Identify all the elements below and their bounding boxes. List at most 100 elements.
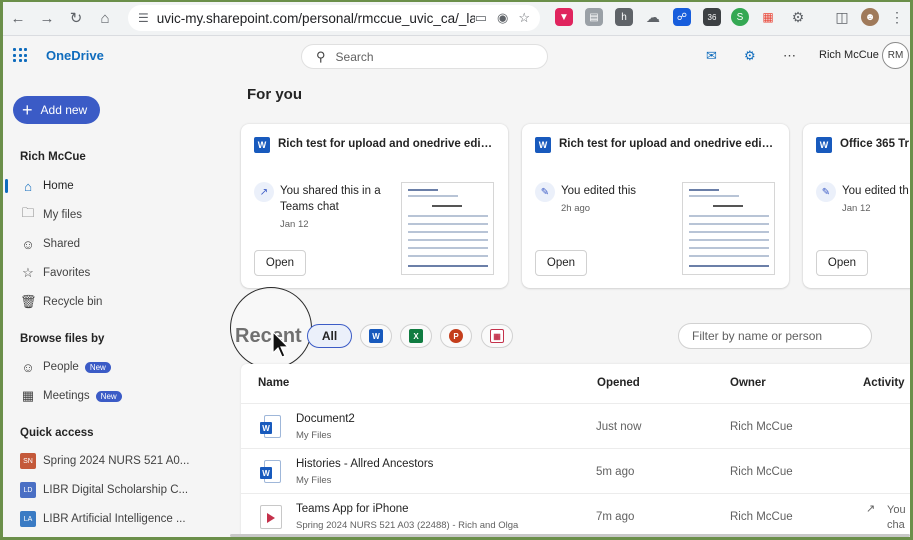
filter-all-button[interactable]: All: [307, 324, 352, 348]
filter-input[interactable]: Filter by name or person: [678, 323, 872, 349]
nav-item-people[interactable]: ☺ People New: [20, 356, 111, 378]
calendar-extension-icon[interactable]: 36: [703, 8, 721, 26]
search-box[interactable]: ⚲ Search: [301, 44, 548, 69]
column-header-opened[interactable]: Opened: [597, 377, 640, 389]
forward-icon[interactable]: →: [33, 4, 61, 32]
app-name[interactable]: OneDrive: [46, 48, 104, 63]
filter-powerpoint-button[interactable]: P: [440, 324, 472, 348]
site-info-icon[interactable]: ☰: [138, 11, 149, 25]
word-document-icon: W: [260, 460, 282, 484]
reader-extension-icon[interactable]: ▤: [585, 8, 603, 26]
column-header-owner[interactable]: Owner: [730, 377, 766, 389]
table-row[interactable]: W Histories - Allred Ancestors My Files …: [241, 448, 910, 493]
search-icon: ⚲: [316, 48, 326, 64]
quick-access-item[interactable]: SN Spring 2024 NURS 521 A0...: [20, 450, 189, 472]
quick-access-heading: Quick access: [20, 427, 94, 439]
suggested-file-card[interactable]: W Office 365 Tr ✎ You edited th Jan 12 O…: [803, 124, 913, 288]
app-launcher-icon[interactable]: [13, 48, 27, 62]
nav-item-my-files[interactable]: 🗀 My files: [20, 204, 82, 226]
mouse-cursor-icon: [272, 331, 290, 358]
browse-files-heading: Browse files by: [20, 333, 105, 345]
reload-icon[interactable]: ↻: [62, 4, 90, 32]
profile-avatar-icon[interactable]: ☻: [861, 8, 879, 26]
add-new-button[interactable]: + Add new: [13, 96, 100, 124]
card-date: 2h ago: [561, 203, 591, 214]
document-thumbnail: [682, 182, 775, 275]
nav-label: Home: [43, 180, 74, 192]
address-bar[interactable]: ☰ uvic-my.sharepoint.com/personal/rmccue…: [128, 5, 540, 31]
suggested-file-card[interactable]: W Rich test for upload and onedrive edit…: [241, 124, 508, 288]
for-you-heading: For you: [247, 86, 302, 103]
extensions-puzzle-icon[interactable]: ⚙: [789, 8, 807, 26]
nav-item-meetings[interactable]: ▦ Meetings New: [20, 385, 122, 407]
cloud-extension-icon[interactable]: ☁: [644, 8, 662, 26]
home-icon: ⌂: [24, 178, 32, 194]
quick-access-label: LIBR Artificial Intelligence ...: [43, 513, 186, 525]
horizontal-scrollbar[interactable]: [230, 534, 910, 537]
card-title: Office 365 Tr: [840, 138, 910, 150]
nav-item-recycle-bin[interactable]: 🗑 Recycle bin: [20, 291, 102, 313]
card-title: Rich test for upload and onedrive editi.…: [278, 138, 493, 150]
document-thumbnail: [401, 182, 494, 275]
add-new-label: Add new: [40, 103, 88, 117]
activity-share-icon: ↗: [866, 503, 876, 515]
ext-badge-icon[interactable]: ▦: [759, 8, 777, 26]
eye-off-icon[interactable]: ◉: [497, 10, 508, 26]
column-header-name[interactable]: Name: [258, 377, 289, 389]
word-icon: W: [535, 137, 551, 153]
nav-item-shared[interactable]: ☺ Shared: [20, 233, 80, 255]
megaphone-icon[interactable]: ✉: [706, 48, 717, 64]
settings-icon[interactable]: ⚙: [744, 48, 756, 64]
pocket-extension-icon[interactable]: ▼: [555, 8, 573, 26]
table-row[interactable]: W Document2 My Files Just now Rich McCue: [241, 403, 910, 448]
pdf-icon: ▦: [490, 329, 504, 343]
side-panel-icon[interactable]: ◫: [833, 8, 851, 26]
home-browser-icon[interactable]: ⌂: [91, 4, 119, 32]
file-name[interactable]: Document2: [296, 413, 355, 425]
file-name[interactable]: Histories - Allred Ancestors: [296, 458, 433, 470]
install-app-icon[interactable]: ▭: [475, 10, 487, 26]
table-row[interactable]: Teams App for iPhone Spring 2024 NURS 52…: [241, 493, 910, 538]
activity-text-line2: cha: [887, 519, 905, 531]
quick-access-label: Spring 2024 NURS 521 A0...: [43, 455, 190, 467]
filter-excel-button[interactable]: X: [400, 324, 432, 348]
back-icon[interactable]: ←: [4, 4, 32, 32]
suggested-file-card[interactable]: W Rich test for upload and onedrive edit…: [522, 124, 789, 288]
card-activity: You edited th: [842, 185, 909, 197]
nav-item-home[interactable]: ⌂ Home: [20, 175, 74, 197]
filter-pdf-button[interactable]: ▦: [481, 324, 513, 348]
trash-icon: 🗑: [20, 294, 37, 309]
more-options-icon[interactable]: ⋯: [783, 48, 796, 64]
open-button[interactable]: Open: [254, 250, 306, 276]
nav-label: Favorites: [43, 267, 91, 279]
bitwarden-extension-icon[interactable]: ☍: [673, 8, 691, 26]
filter-word-button[interactable]: W: [360, 324, 392, 348]
avatar[interactable]: RM: [882, 42, 909, 69]
nav-label: Meetings: [43, 390, 90, 402]
account-name: Rich McCue: [20, 151, 86, 163]
column-header-activity[interactable]: Activity: [863, 377, 905, 389]
file-name[interactable]: Teams App for iPhone: [296, 503, 409, 515]
s-extension-icon[interactable]: S: [731, 8, 749, 26]
star-icon: ☆: [22, 265, 34, 280]
bookmark-star-icon[interactable]: ☆: [518, 10, 530, 26]
person-icon: ☺: [21, 359, 35, 375]
excel-icon: X: [409, 329, 423, 343]
nav-item-favorites[interactable]: ☆ Favorites: [20, 262, 90, 284]
click-highlight-circle: [230, 287, 312, 369]
open-button[interactable]: Open: [816, 250, 868, 276]
card-title: Rich test for upload and onedrive editi.…: [559, 138, 774, 150]
opened-time: 5m ago: [596, 466, 635, 478]
nav-label: Shared: [43, 238, 81, 250]
browser-menu-icon[interactable]: ⋮: [888, 8, 906, 26]
quick-access-item[interactable]: LD LIBR Digital Scholarship C...: [20, 479, 188, 501]
search-placeholder: Search: [335, 49, 374, 64]
opened-time: 7m ago: [596, 511, 635, 523]
open-button[interactable]: Open: [535, 250, 587, 276]
user-name[interactable]: Rich McCue: [819, 49, 879, 61]
quick-access-item[interactable]: LA LIBR Artificial Intelligence ...: [20, 508, 186, 530]
h-extension-icon[interactable]: h: [615, 8, 633, 26]
calendar-icon: ▦: [21, 388, 35, 403]
word-icon: W: [369, 329, 383, 343]
new-badge: New: [95, 390, 122, 402]
